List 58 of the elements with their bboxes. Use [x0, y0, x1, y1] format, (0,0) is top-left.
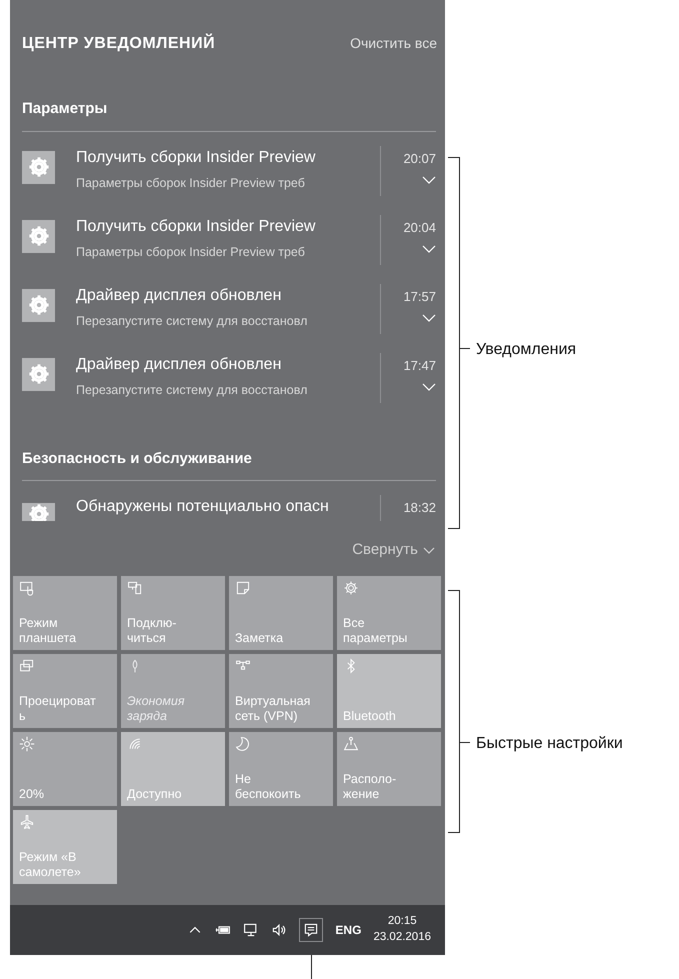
- callout-label: Уведомления: [476, 340, 576, 360]
- wifi-icon: [127, 736, 143, 752]
- quick-action-tile[interactable]: Режим «В самолете»: [13, 810, 117, 884]
- sun-icon: [19, 736, 35, 752]
- group-heading: Параметры: [22, 98, 436, 132]
- quick-action-tile[interactable]: Подклю- читься: [121, 576, 225, 650]
- notification-body: Параметры сборок Insider Preview треб: [76, 244, 306, 261]
- app-tile-icon: [22, 150, 55, 184]
- app-tile-icon: [22, 358, 55, 390]
- devices-icon: [127, 580, 143, 596]
- collapse-link[interactable]: Свернуть: [352, 539, 435, 562]
- chevron-down-icon[interactable]: [422, 314, 436, 322]
- chevron-down-icon: [423, 546, 435, 554]
- quick-action-tile[interactable]: Режим планшета: [13, 576, 117, 650]
- notification-time: 18:32: [403, 499, 436, 517]
- moon-icon: [235, 736, 251, 752]
- network-monitor-icon[interactable]: [243, 922, 260, 938]
- input-language[interactable]: ENG: [335, 921, 362, 939]
- notification-time: 17:57: [403, 288, 436, 306]
- app-tile-icon: [22, 220, 55, 252]
- settings-icon: [343, 580, 359, 596]
- quick-action-tile[interactable]: Проецироват ь: [13, 654, 117, 728]
- chevron-down-icon[interactable]: [422, 245, 436, 253]
- location-pin-icon: [343, 736, 359, 752]
- notification-time: 20:07: [403, 150, 436, 168]
- quick-action-tile[interactable]: Виртуальная сеть (VPN): [229, 654, 333, 728]
- notification-title[interactable]: Получить сборки Insider Preview: [76, 146, 380, 170]
- notification-body: Параметры сборок Insider Preview треб: [76, 174, 306, 192]
- quick-action-tile[interactable]: Все параметры: [337, 576, 441, 650]
- notification-time: 20:04: [403, 218, 436, 236]
- speaker-icon[interactable]: [271, 922, 288, 938]
- action-center-icon[interactable]: [299, 918, 324, 942]
- notification-title[interactable]: Драйвер дисплея обновлен: [76, 284, 380, 308]
- notification-title[interactable]: Получить сборки Insider Preview: [76, 214, 380, 238]
- note-icon: [235, 580, 251, 596]
- airplane-icon: [19, 814, 35, 830]
- quick-action-tile[interactable]: Располо- жение: [337, 732, 441, 806]
- quick-action-tile[interactable]: 20%: [13, 732, 117, 806]
- quick-action-tile[interactable]: Bluetooth: [337, 654, 441, 728]
- notification-title[interactable]: Обнаружены потенциально опасн: [76, 495, 380, 519]
- app-tile-icon: [22, 288, 55, 322]
- group-heading: Безопасность и обслуживание: [22, 448, 436, 481]
- quick-action-tile[interactable]: Заметка: [229, 576, 333, 650]
- clear-all-link[interactable]: Очистить все: [350, 33, 437, 54]
- tablet-touch-icon: [19, 580, 35, 596]
- quick-action-tile[interactable]: Доступно: [121, 732, 225, 806]
- notification-title[interactable]: Драйвер дисплея обновлен: [76, 352, 380, 376]
- notification-body: Перезапустите систему для восстановл: [76, 312, 308, 330]
- taskbar-clock[interactable]: 20:15 23.02.2016: [373, 914, 431, 946]
- callout-label: Быстрые настройки: [476, 734, 623, 754]
- notification-time: 17:47: [403, 356, 436, 374]
- screens-icon: [19, 658, 35, 674]
- chevron-down-icon[interactable]: [422, 383, 436, 391]
- app-tile-icon: [22, 503, 55, 521]
- quick-action-tile[interactable]: Не беспокоить: [229, 732, 333, 806]
- notification-body: Перезапустите систему для восстановл: [76, 382, 308, 399]
- panel-title: ЦЕНТР УВЕДОМЛЕНИЙ: [22, 32, 216, 54]
- chevron-down-icon[interactable]: [422, 176, 436, 184]
